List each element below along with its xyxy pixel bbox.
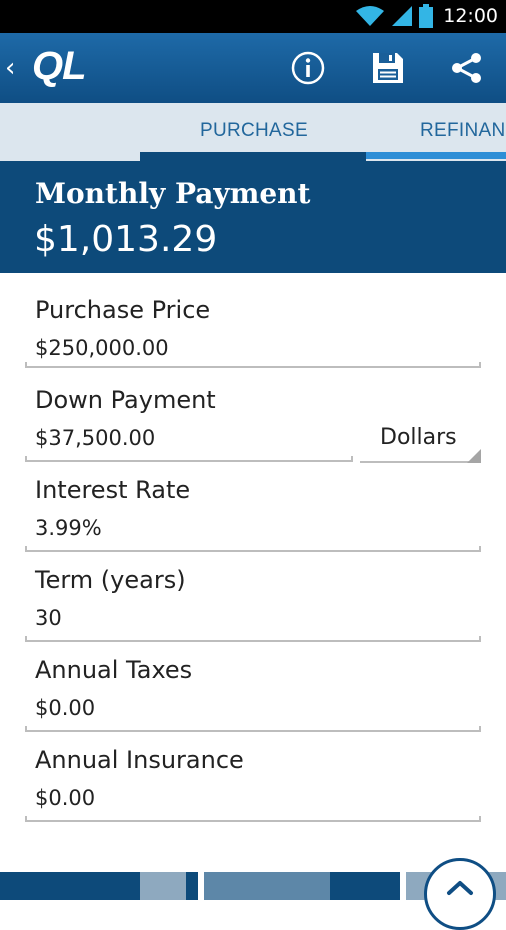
tab-purchase[interactable]: PURCHASE <box>200 120 308 142</box>
app-bar: ‹ QL <box>0 33 506 103</box>
annual-insurance-underline <box>25 816 481 822</box>
tab-purchase-indicator <box>140 152 366 161</box>
down-payment-input[interactable]: $37,500.00 <box>35 426 155 450</box>
annual-taxes-input[interactable]: $0.00 <box>35 696 95 720</box>
clock: 12:00 <box>443 5 498 27</box>
status-icons: 12:00 <box>355 4 498 28</box>
unit-select-underline <box>360 461 481 463</box>
bottom-segment <box>0 872 140 900</box>
bottom-segment <box>186 872 198 900</box>
annual-insurance-label: Annual Insurance <box>35 746 244 774</box>
back-chevron-icon[interactable]: ‹ <box>5 53 15 83</box>
interest-rate-input[interactable]: 3.99% <box>35 516 102 540</box>
bottom-segment <box>140 872 186 900</box>
interest-rate-underline <box>25 546 481 552</box>
battery-icon <box>419 4 434 28</box>
dropdown-triangle-icon <box>467 449 481 463</box>
term-label: Term (years) <box>35 566 186 594</box>
bottom-segment <box>330 872 400 900</box>
monthly-payment-value: $1,013.29 <box>34 219 218 260</box>
term-input[interactable]: 30 <box>35 606 62 630</box>
purchase-price-input[interactable]: $250,000.00 <box>35 336 169 360</box>
purchase-price-underline <box>25 362 481 368</box>
share-icon[interactable] <box>449 50 485 86</box>
chevron-up-icon <box>447 881 473 895</box>
annual-taxes-label: Annual Taxes <box>35 656 193 684</box>
tab-refinance[interactable]: REFINANCE <box>420 120 506 142</box>
down-payment-unit-select[interactable]: Dollars <box>360 415 481 463</box>
wifi-icon <box>356 6 385 26</box>
interest-rate-label: Interest Rate <box>35 476 191 504</box>
monthly-payment-label: Monthly Payment <box>35 177 311 210</box>
down-payment-label: Down Payment <box>35 386 216 414</box>
bottom-segment <box>204 872 330 900</box>
signal-icon <box>392 6 413 26</box>
down-payment-underline <box>25 456 353 462</box>
purchase-price-label: Purchase Price <box>35 296 211 324</box>
tab-refinance-indicator <box>366 152 506 159</box>
status-bar: 12:00 <box>0 0 506 33</box>
annual-taxes-underline <box>25 726 481 732</box>
save-icon[interactable] <box>370 50 406 86</box>
monthly-payment-card: Monthly Payment $1,013.29 <box>0 161 506 273</box>
app-logo[interactable]: QL <box>32 44 87 89</box>
scroll-up-button[interactable] <box>424 858 496 930</box>
down-payment-unit-value: Dollars <box>380 425 457 450</box>
term-underline <box>25 636 481 642</box>
annual-insurance-input[interactable]: $0.00 <box>35 786 95 810</box>
info-icon[interactable] <box>290 50 326 86</box>
